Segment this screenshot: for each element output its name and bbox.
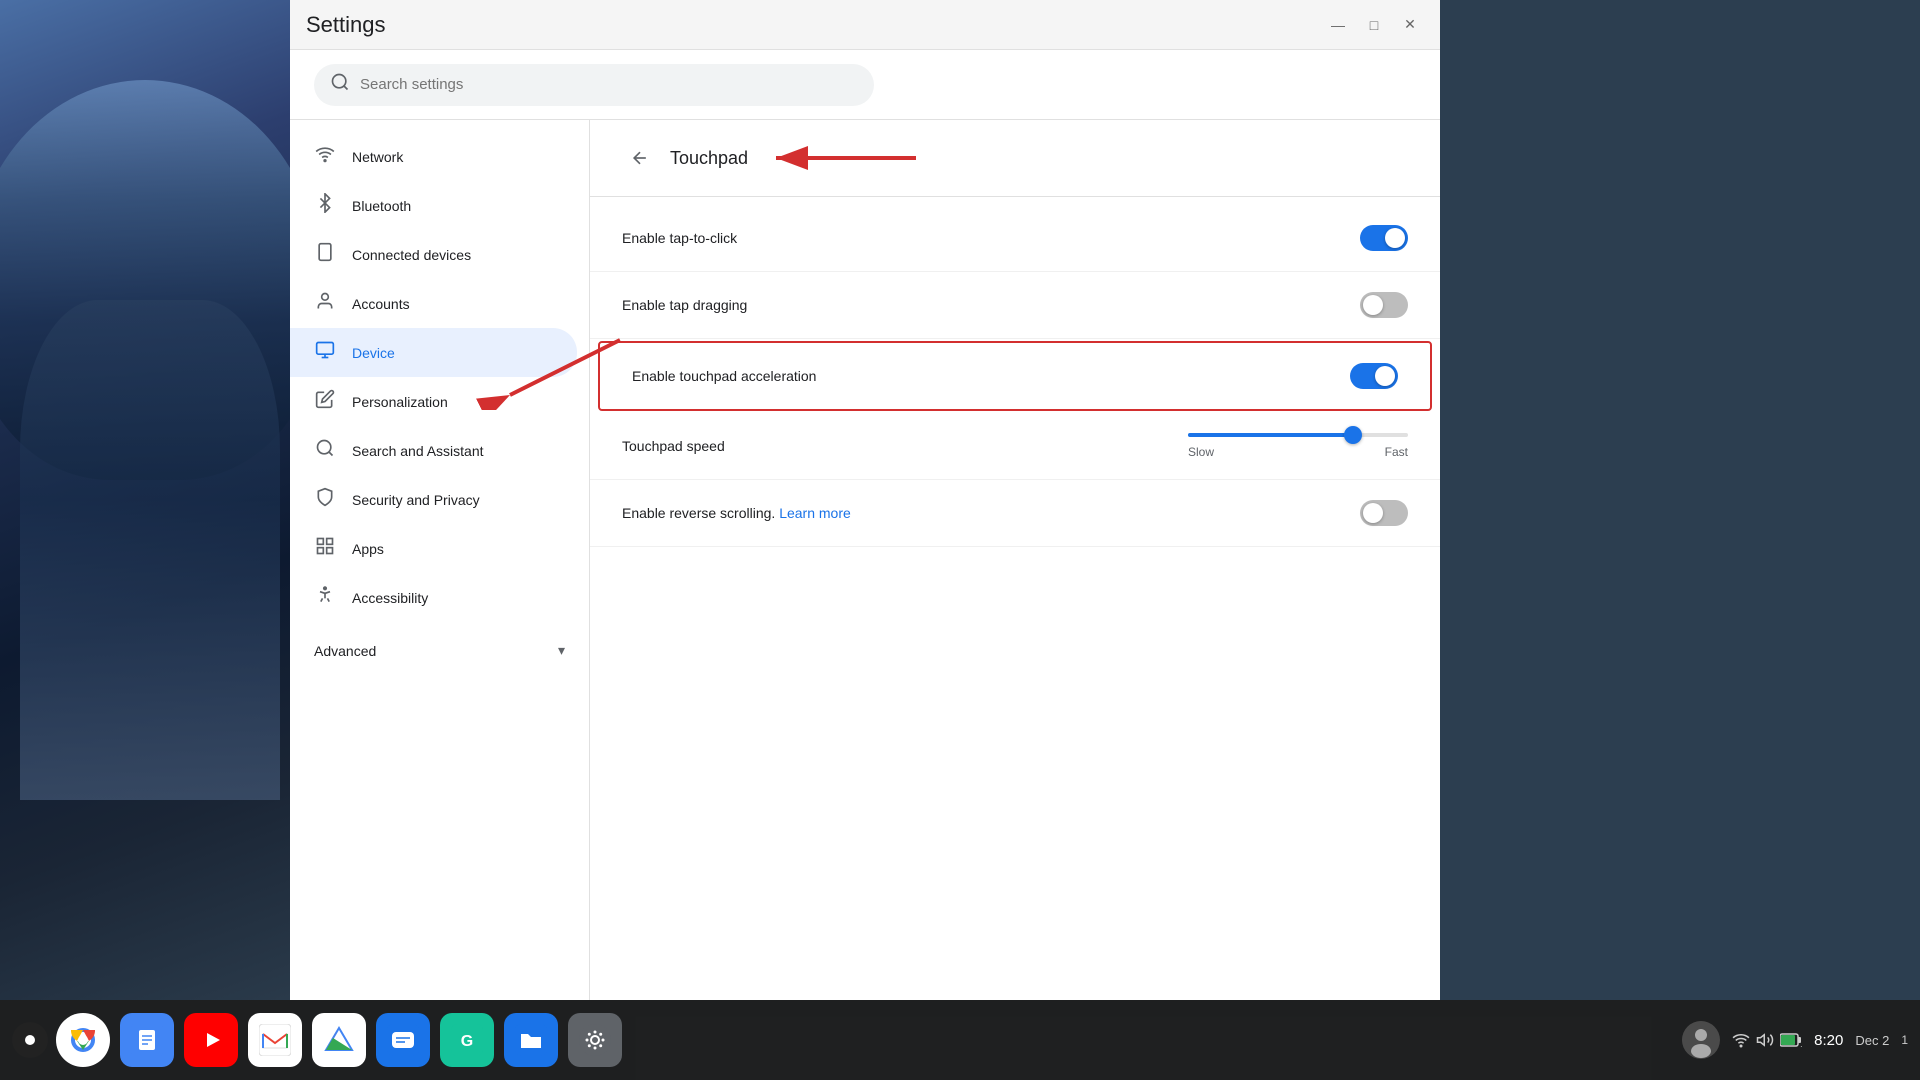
taskbar-app-chrome[interactable]	[56, 1013, 110, 1067]
taskbar: G	[0, 1000, 1920, 1080]
taskbar-avatar[interactable]	[1682, 1021, 1720, 1059]
tap-dragging-toggle[interactable]	[1360, 292, 1408, 318]
sidebar-item-personalization-label: Personalization	[352, 394, 448, 410]
taskbar-app-docs[interactable]	[120, 1013, 174, 1067]
maximize-button[interactable]: □	[1360, 11, 1388, 39]
sidebar-item-accessibility-label: Accessibility	[352, 590, 428, 606]
status-icons: 1	[1732, 1031, 1802, 1049]
sidebar-item-network[interactable]: Network	[290, 132, 577, 181]
touchpad-speed-slider[interactable]: Slow Fast	[1188, 433, 1408, 459]
reverse-scrolling-label: Enable reverse scrolling. Learn more	[622, 505, 851, 521]
touchpad-speed-row: Touchpad speed Slow Fast	[590, 413, 1440, 480]
search-nav-icon	[314, 438, 336, 463]
taskbar-time: 8:20	[1814, 1032, 1843, 1049]
touchpad-acceleration-row: Enable touchpad acceleration	[598, 341, 1432, 411]
taskbar-app-messages[interactable]	[376, 1013, 430, 1067]
back-button[interactable]	[622, 140, 658, 176]
content-area: Touchpad Enable tap-to-click	[590, 120, 1440, 1000]
smartphone-icon	[314, 242, 336, 267]
notification-label: 1	[1901, 1033, 1908, 1047]
window-title: Settings	[306, 12, 386, 38]
annotation-arrow-touchpad	[768, 143, 918, 173]
close-button[interactable]: ✕	[1396, 11, 1424, 39]
sidebar-item-network-label: Network	[352, 149, 403, 165]
taskbar-date: Dec 2	[1855, 1033, 1889, 1048]
touchpad-speed-label: Touchpad speed	[622, 438, 725, 454]
content-header: Touchpad	[590, 120, 1440, 197]
search-bar[interactable]	[314, 64, 874, 106]
reverse-scrolling-row: Enable reverse scrolling. Learn more	[590, 480, 1440, 547]
title-bar: Settings — □ ✕	[290, 0, 1440, 50]
sidebar-item-apps-label: Apps	[352, 541, 384, 557]
person-icon	[314, 291, 336, 316]
sidebar-item-personalization[interactable]: Personalization	[290, 377, 577, 426]
sidebar-item-accounts[interactable]: Accounts	[290, 279, 577, 328]
svg-text:G: G	[461, 1033, 473, 1050]
taskbar-app-settings[interactable]	[568, 1013, 622, 1067]
window-controls: — □ ✕	[1324, 11, 1424, 39]
sidebar-item-security-privacy[interactable]: Security and Privacy	[290, 475, 577, 524]
touchpad-acceleration-label: Enable touchpad acceleration	[632, 368, 816, 384]
learn-more-link[interactable]: Learn more	[779, 505, 851, 521]
minimize-button[interactable]: —	[1324, 11, 1352, 39]
taskbar-right: 1 8:20 Dec 2 1	[1682, 1021, 1908, 1059]
search-icon	[330, 72, 350, 97]
sidebar-item-accounts-label: Accounts	[352, 296, 410, 312]
advanced-label: Advanced	[314, 643, 376, 659]
content-title: Touchpad	[670, 148, 748, 169]
wifi-icon	[314, 144, 336, 169]
sidebar-item-search-assistant[interactable]: Search and Assistant	[290, 426, 577, 475]
taskbar-app-grammarly[interactable]: G	[440, 1013, 494, 1067]
launcher-button[interactable]	[12, 1022, 48, 1058]
taskbar-app-youtube[interactable]	[184, 1013, 238, 1067]
shield-icon	[314, 487, 336, 512]
reverse-scrolling-toggle[interactable]	[1360, 500, 1408, 526]
taskbar-app-drive[interactable]	[312, 1013, 366, 1067]
tap-to-click-row: Enable tap-to-click	[590, 205, 1440, 272]
header	[290, 50, 1440, 120]
chevron-down-icon: ▾	[558, 642, 565, 659]
laptop-icon	[314, 340, 336, 365]
sidebar-item-device-label: Device	[352, 345, 395, 361]
bluetooth-icon	[314, 193, 336, 218]
sidebar-item-security-privacy-label: Security and Privacy	[352, 492, 480, 508]
sidebar-advanced[interactable]: Advanced ▾	[290, 630, 589, 671]
sidebar-item-connected-devices[interactable]: Connected devices	[290, 230, 577, 279]
edit-icon	[314, 389, 336, 414]
settings-section: Enable tap-to-click Enable tap dragging	[590, 197, 1440, 555]
grid-icon	[314, 536, 336, 561]
accessibility-icon	[314, 585, 336, 610]
wifi-status-icon	[1732, 1031, 1750, 1049]
speed-fast-label: Fast	[1385, 445, 1408, 459]
taskbar-app-gmail[interactable]	[248, 1013, 302, 1067]
tap-dragging-label: Enable tap dragging	[622, 297, 747, 313]
svg-text:1: 1	[1800, 1046, 1802, 1047]
taskbar-app-files[interactable]	[504, 1013, 558, 1067]
sidebar-item-apps[interactable]: Apps	[290, 524, 577, 573]
sidebar-item-device[interactable]: Device	[290, 328, 577, 377]
sidebar-item-connected-devices-label: Connected devices	[352, 247, 471, 263]
search-input[interactable]	[360, 76, 858, 93]
main-content: Network Bluetooth Connected devices	[290, 120, 1440, 1000]
tap-dragging-row: Enable tap dragging	[590, 272, 1440, 339]
touchpad-acceleration-toggle[interactable]	[1350, 363, 1398, 389]
tap-to-click-label: Enable tap-to-click	[622, 230, 737, 246]
sidebar-item-bluetooth-label: Bluetooth	[352, 198, 411, 214]
battery-status-icon: 1	[1780, 1033, 1802, 1047]
sidebar-item-bluetooth[interactable]: Bluetooth	[290, 181, 577, 230]
speed-slow-label: Slow	[1188, 445, 1214, 459]
tap-to-click-toggle[interactable]	[1360, 225, 1408, 251]
volume-status-icon	[1756, 1031, 1774, 1049]
wallpaper	[0, 0, 290, 1000]
sidebar: Network Bluetooth Connected devices	[290, 120, 590, 1000]
settings-window: Settings — □ ✕	[290, 0, 1440, 1000]
sidebar-item-accessibility[interactable]: Accessibility	[290, 573, 577, 622]
sidebar-item-search-assistant-label: Search and Assistant	[352, 443, 484, 459]
